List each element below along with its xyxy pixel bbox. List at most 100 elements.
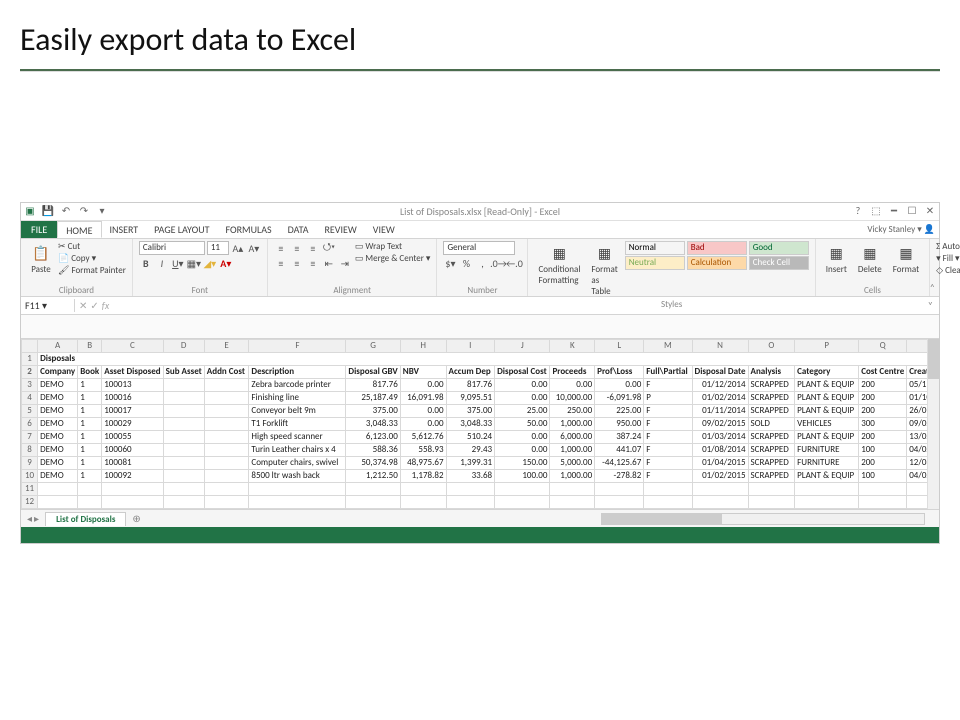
orientation-icon[interactable]: ⭯▾: [322, 241, 336, 255]
conditional-formatting-button[interactable]: ▦Conditional Formatting: [534, 241, 584, 288]
italic-icon[interactable]: I: [155, 256, 169, 270]
close-icon[interactable]: ✕: [923, 204, 937, 218]
column-header[interactable]: Prof\Loss: [595, 366, 644, 379]
col-header[interactable]: B: [78, 340, 102, 353]
column-header[interactable]: Disposal GBV: [346, 366, 400, 379]
column-header[interactable]: Company: [38, 366, 78, 379]
format-cells-button[interactable]: ▦Format: [889, 241, 923, 277]
redo-icon[interactable]: ↷: [77, 204, 91, 218]
column-header[interactable]: Analysis: [748, 366, 795, 379]
table-row[interactable]: 7DEMO1100055High speed scanner6,123.005,…: [22, 431, 939, 444]
number-format-select[interactable]: General: [443, 241, 515, 255]
indent-icon[interactable]: ⇥: [338, 256, 352, 270]
style-normal[interactable]: Normal: [625, 241, 685, 255]
tab-formulas[interactable]: FORMULAS: [217, 221, 279, 238]
decrease-decimal-icon[interactable]: ←.0: [507, 256, 521, 270]
table-row[interactable]: 3DEMO1100013Zebra barcode printer817.760…: [22, 379, 939, 392]
sheet-nav-prev-icon[interactable]: ◂: [27, 512, 32, 525]
table-row[interactable]: 4DEMO1100016Finishing line25,187.4916,09…: [22, 392, 939, 405]
clear-button[interactable]: ◇ Clear ▾: [936, 265, 960, 276]
sheet-nav-next-icon[interactable]: ▸: [34, 512, 39, 525]
minimize-icon[interactable]: ━: [887, 204, 901, 218]
undo-icon[interactable]: ↶: [59, 204, 73, 218]
tab-view[interactable]: VIEW: [365, 221, 403, 238]
add-sheet-icon[interactable]: ⊕: [132, 512, 140, 525]
spreadsheet-grid[interactable]: ABCDEFGHIJKLMNOPQ1Disposals2CompanyBookA…: [21, 339, 939, 509]
underline-icon[interactable]: U▾: [171, 256, 185, 270]
col-header[interactable]: K: [550, 340, 595, 353]
col-header[interactable]: D: [163, 340, 204, 353]
tab-insert[interactable]: INSERT: [102, 221, 147, 238]
col-header[interactable]: A: [38, 340, 78, 353]
column-header[interactable]: Disposal Cost: [495, 366, 550, 379]
tab-home[interactable]: HOME: [57, 221, 101, 238]
bold-icon[interactable]: B: [139, 256, 153, 270]
style-check-cell[interactable]: Check Cell: [749, 256, 809, 270]
col-header[interactable]: P: [795, 340, 859, 353]
style-calculation[interactable]: Calculation: [687, 256, 747, 270]
col-header[interactable]: H: [400, 340, 446, 353]
table-row[interactable]: 8DEMO1100060Turin Leather chairs x 4588.…: [22, 444, 939, 457]
vertical-scrollbar[interactable]: [927, 339, 939, 509]
name-box[interactable]: F11 ▾: [21, 299, 75, 312]
autosum-button[interactable]: Σ AutoSum ▾: [936, 241, 960, 252]
file-tab[interactable]: FILE: [21, 221, 57, 238]
col-header[interactable]: E: [204, 340, 249, 353]
ribbon-collapse-icon[interactable]: ⬚: [869, 204, 883, 218]
help-icon[interactable]: ?: [851, 204, 865, 218]
decrease-font-icon[interactable]: A▾: [247, 241, 261, 255]
wrap-text-button[interactable]: ▭ Wrap Text: [355, 241, 431, 252]
fx-icon[interactable]: fx: [102, 299, 109, 312]
cancel-formula-icon[interactable]: ✕: [79, 299, 87, 312]
column-header[interactable]: Disposal Date: [692, 366, 748, 379]
format-painter-button[interactable]: 🖌 Format Painter: [58, 265, 126, 276]
cut-button[interactable]: ✂ Cut: [58, 241, 126, 252]
col-header[interactable]: I: [446, 340, 495, 353]
maximize-icon[interactable]: ☐: [905, 204, 919, 218]
font-size-select[interactable]: 11: [207, 241, 229, 255]
col-header[interactable]: L: [595, 340, 644, 353]
tab-data[interactable]: DATA: [280, 221, 317, 238]
table-row[interactable]: 9DEMO1100081Computer chairs, swivel50,37…: [22, 457, 939, 470]
align-left-icon[interactable]: ≡: [274, 256, 288, 270]
paste-button[interactable]: 📋 Paste: [27, 241, 55, 277]
format-as-table-button[interactable]: ▦Format as Table: [587, 241, 621, 299]
column-header[interactable]: NBV: [400, 366, 446, 379]
col-header[interactable]: J: [495, 340, 550, 353]
style-bad[interactable]: Bad: [687, 241, 747, 255]
increase-font-icon[interactable]: A▴: [231, 241, 245, 255]
col-header[interactable]: F: [249, 340, 346, 353]
col-header[interactable]: Q: [859, 340, 907, 353]
align-center-icon[interactable]: ≡: [290, 256, 304, 270]
align-bottom-icon[interactable]: ≡: [306, 241, 320, 255]
merge-center-button[interactable]: ▭ Merge & Center ▾: [355, 253, 431, 264]
column-header[interactable]: Category: [795, 366, 859, 379]
insert-cells-button[interactable]: ▦Insert: [822, 241, 851, 277]
col-header[interactable]: M: [644, 340, 692, 353]
style-neutral[interactable]: Neutral: [625, 256, 685, 270]
column-header[interactable]: Cost Centre: [859, 366, 907, 379]
copy-button[interactable]: 📄 Copy ▾: [58, 253, 126, 264]
column-header[interactable]: Sub Asset: [163, 366, 204, 379]
fill-button[interactable]: ▾ Fill ▾: [936, 253, 960, 264]
sheet-tab-active[interactable]: List of Disposals: [45, 512, 126, 526]
col-header[interactable]: G: [346, 340, 400, 353]
outdent-icon[interactable]: ⇤: [322, 256, 336, 270]
tab-review[interactable]: REVIEW: [316, 221, 364, 238]
font-color-icon[interactable]: A▾: [219, 256, 233, 270]
horizontal-scrollbar[interactable]: [601, 513, 925, 525]
align-top-icon[interactable]: ≡: [274, 241, 288, 255]
table-row[interactable]: 10DEMO11000928500 ltr wash back1,212.501…: [22, 470, 939, 483]
collapse-ribbon-icon[interactable]: ˄: [930, 281, 935, 294]
increase-decimal-icon[interactable]: .0→: [491, 256, 505, 270]
delete-cells-button[interactable]: ▦Delete: [854, 241, 886, 277]
comma-icon[interactable]: ,: [475, 256, 489, 270]
qat-more-icon[interactable]: ▾: [95, 204, 109, 218]
sheet-title[interactable]: Disposals: [38, 353, 939, 366]
table-row[interactable]: 6DEMO1100029T1 Forklift3,048.330.003,048…: [22, 418, 939, 431]
border-icon[interactable]: ▦▾: [187, 256, 201, 270]
col-header[interactable]: O: [748, 340, 795, 353]
save-icon[interactable]: 💾: [41, 204, 55, 218]
column-header[interactable]: Full\Partial: [644, 366, 692, 379]
column-header[interactable]: Proceeds: [550, 366, 595, 379]
